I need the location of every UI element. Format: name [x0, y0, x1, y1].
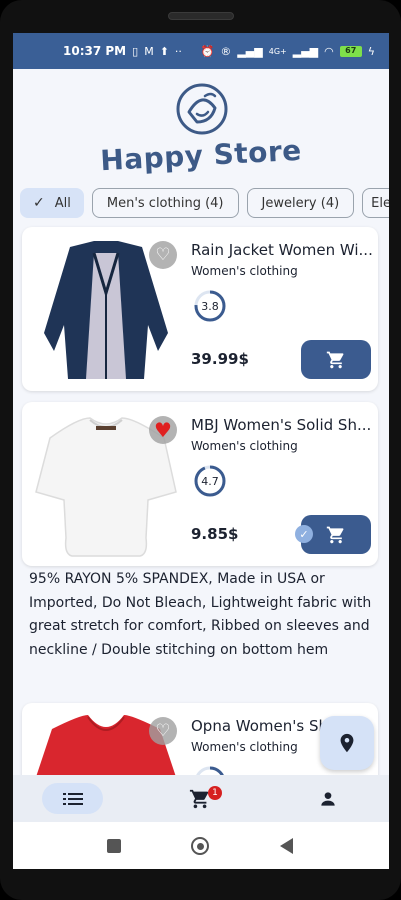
recents-button[interactable]: [104, 836, 124, 856]
list-icon: [62, 792, 83, 805]
check-icon: ✓: [33, 195, 45, 211]
back-triangle-icon: [279, 838, 293, 854]
status-bar: 10:37 PM ▯ M ⬆ ·· ⏰ ® ▂▄▆ 4G+ ▂▄▆ ◠ 67 ϟ: [13, 33, 389, 69]
chip-label: All: [54, 195, 71, 211]
home-button[interactable]: [190, 836, 210, 856]
rating-value: 4.7: [201, 474, 219, 488]
back-button[interactable]: [276, 836, 296, 856]
heart-outline-icon: ♡: [155, 244, 171, 265]
product-description: 95% RAYON 5% SPANDEX, Made in USA or Imp…: [29, 571, 372, 658]
chip-label: Men's clothing (4): [106, 195, 224, 211]
nav-profile[interactable]: [315, 783, 341, 814]
network-type: 4G+: [268, 46, 287, 56]
store-title: Happy Store: [99, 133, 303, 178]
person-icon: [321, 791, 335, 806]
product-category: Women's clothing: [191, 439, 298, 453]
favorite-toggle[interactable]: ♡: [149, 717, 177, 745]
add-to-cart-button[interactable]: [301, 340, 371, 379]
product-card[interactable]: ♡ Rain Jacket Women Wi... Women's clothi…: [22, 227, 378, 391]
heart-outline-icon: ♡: [155, 720, 171, 741]
chip-jewelery[interactable]: Jewelery (4): [246, 188, 355, 218]
category-filter-chips: ✓ All Men's clothing (4) Jewelery (4) El…: [20, 188, 389, 220]
signal-icon-2: ▂▄▆: [292, 44, 319, 58]
r-icon: ®: [220, 44, 232, 58]
product-card[interactable]: ♥ MBJ Women's Solid Sh... Women's clothi…: [22, 402, 378, 566]
product-category: Women's clothing: [191, 264, 298, 278]
battery-icon: 67: [339, 45, 362, 57]
wifi-icon: ◠: [324, 44, 334, 58]
speaker-grille: [168, 12, 234, 20]
favorite-toggle[interactable]: ♡: [149, 241, 177, 269]
android-system-nav: [13, 822, 389, 869]
rating-value: 3.8: [201, 299, 219, 313]
chip-label: Jewelery (4): [261, 195, 340, 211]
phone-frame: 10:37 PM ▯ M ⬆ ·· ⏰ ® ▂▄▆ 4G+ ▂▄▆ ◠ 67 ϟ: [0, 0, 401, 900]
status-time: 10:37 PM: [63, 44, 127, 58]
chip-mens-clothing[interactable]: Men's clothing (4): [91, 188, 239, 218]
happy-bag-logo-icon: [176, 83, 228, 135]
favorite-toggle[interactable]: ♥: [149, 416, 177, 444]
charging-icon: ϟ: [367, 44, 375, 58]
alarm-icon: ⏰: [200, 44, 215, 58]
bottom-navigation: 1: [13, 775, 389, 822]
store-header: Happy Store: [13, 77, 389, 177]
location-fab[interactable]: [320, 716, 374, 770]
add-cart-icon: [326, 526, 344, 543]
square-icon: [107, 839, 121, 853]
chip-all[interactable]: ✓ All: [20, 188, 84, 218]
in-cart-check-icon: ✓: [295, 525, 313, 543]
sim-icon: ▯: [132, 44, 139, 58]
app-screen: 10:37 PM ▯ M ⬆ ·· ⏰ ® ▂▄▆ 4G+ ▂▄▆ ◠ 67 ϟ: [13, 33, 389, 869]
product-name: Rain Jacket Women Wi...: [191, 241, 373, 259]
home-circle-icon: [191, 837, 209, 855]
location-pin-icon: [340, 733, 354, 753]
upload-icon: ⬆: [159, 44, 169, 58]
heart-filled-icon: ♥: [154, 418, 172, 442]
chip-electronics[interactable]: Ele: [362, 188, 389, 218]
more-dots-icon: ··: [174, 44, 182, 58]
status-system-icons: ⏰ ® ▂▄▆ 4G+ ▂▄▆ ◠ 67 ϟ: [201, 33, 375, 69]
product-price: 39.99$: [191, 350, 249, 368]
signal-icon: ▂▄▆: [237, 44, 263, 58]
product-price: 9.85$: [191, 525, 239, 543]
product-name: MBJ Women's Solid Sh...: [191, 416, 372, 434]
gmail-icon: M: [144, 44, 154, 58]
product-category: Women's clothing: [191, 740, 298, 754]
nav-products[interactable]: [42, 783, 103, 814]
add-cart-icon: [326, 351, 344, 368]
chip-label: Ele: [371, 195, 389, 211]
cart-count-badge: 1: [208, 786, 222, 800]
status-notification-icons: ▯ M ⬆ ··: [132, 45, 182, 58]
